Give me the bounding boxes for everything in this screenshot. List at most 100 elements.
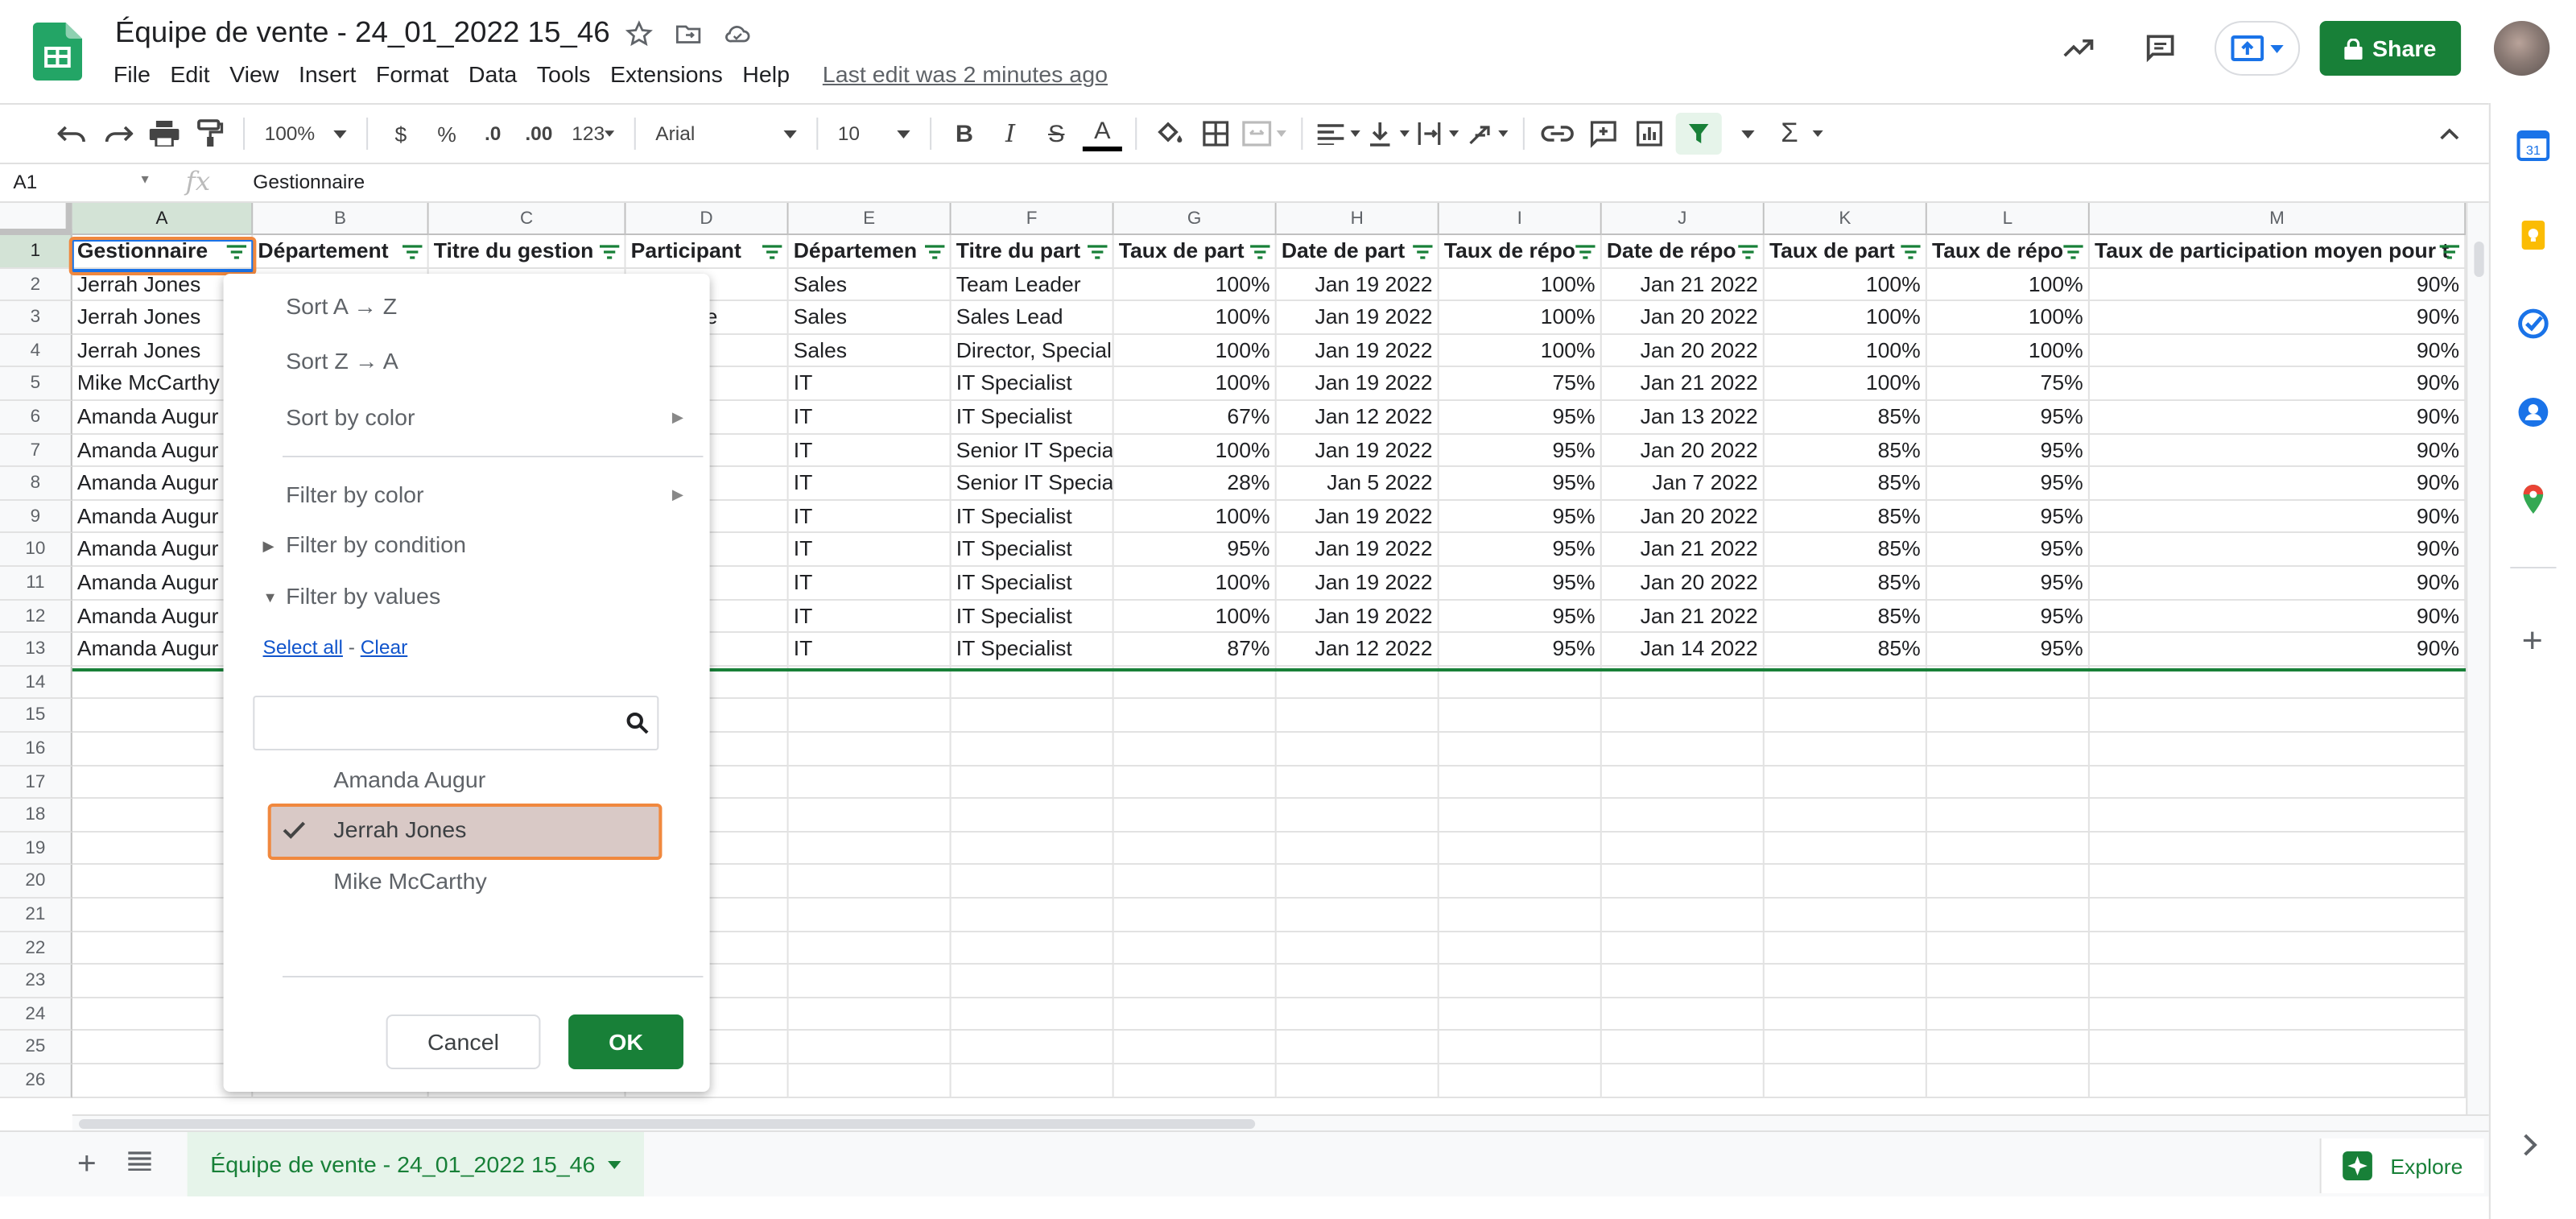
empty-cell[interactable] bbox=[2089, 899, 2467, 932]
row-header[interactable]: 13 bbox=[0, 633, 72, 667]
row-header[interactable]: 11 bbox=[0, 567, 72, 601]
table-cell[interactable]: Jan 19 2022 bbox=[1276, 334, 1439, 368]
empty-cell[interactable] bbox=[1439, 766, 1602, 800]
empty-cell[interactable] bbox=[788, 998, 952, 1031]
table-cell[interactable]: 100% bbox=[1113, 367, 1277, 401]
expand-side-panel-icon[interactable] bbox=[2522, 1134, 2538, 1156]
header-cell[interactable]: Département bbox=[253, 235, 429, 269]
ok-button[interactable]: OK bbox=[568, 1014, 683, 1069]
empty-cell[interactable] bbox=[1764, 965, 1927, 998]
bold-button[interactable]: B bbox=[944, 113, 984, 155]
table-cell[interactable]: 95% bbox=[1926, 434, 2090, 468]
table-cell[interactable]: 100% bbox=[1764, 334, 1927, 368]
table-cell[interactable]: 90% bbox=[2089, 434, 2467, 468]
empty-cell[interactable] bbox=[1926, 998, 2090, 1031]
empty-cell[interactable] bbox=[1113, 1031, 1277, 1064]
empty-cell[interactable] bbox=[1113, 1064, 1277, 1098]
share-button[interactable]: Share bbox=[2319, 21, 2462, 76]
filter-by-color-item[interactable]: Filter by color bbox=[286, 481, 423, 507]
empty-cell[interactable] bbox=[1926, 965, 2090, 998]
table-cell[interactable]: IT bbox=[788, 467, 952, 501]
empty-cell[interactable] bbox=[1601, 799, 1765, 833]
column-filter-icon[interactable] bbox=[1413, 245, 1433, 259]
empty-cell[interactable] bbox=[1601, 932, 1765, 965]
empty-cell[interactable] bbox=[788, 1031, 952, 1064]
table-cell[interactable]: 85% bbox=[1764, 633, 1927, 667]
column-filter-icon[interactable] bbox=[402, 245, 423, 259]
row-header[interactable]: 23 bbox=[0, 965, 72, 998]
keep-icon[interactable] bbox=[2517, 219, 2550, 251]
column-header[interactable]: J bbox=[1601, 203, 1765, 235]
table-cell[interactable]: 100% bbox=[1439, 334, 1602, 368]
table-cell[interactable]: Jan 21 2022 bbox=[1601, 367, 1765, 401]
empty-cell[interactable] bbox=[1276, 1064, 1439, 1098]
table-cell[interactable]: Jan 21 2022 bbox=[1601, 600, 1765, 634]
empty-cell[interactable] bbox=[1276, 1031, 1439, 1064]
empty-cell[interactable] bbox=[1276, 998, 1439, 1031]
empty-cell[interactable] bbox=[2089, 998, 2467, 1031]
table-cell[interactable]: IT bbox=[788, 500, 952, 534]
header-cell[interactable]: Titre du gestion bbox=[428, 235, 626, 269]
header-cell[interactable]: Titre du part bbox=[951, 235, 1114, 269]
column-header[interactable]: B bbox=[253, 203, 429, 235]
empty-cell[interactable] bbox=[2089, 1064, 2467, 1098]
empty-cell[interactable] bbox=[2089, 1031, 2467, 1064]
zoom-select[interactable]: 100% bbox=[258, 113, 353, 155]
empty-cell[interactable] bbox=[1601, 766, 1765, 800]
table-cell[interactable]: Jan 19 2022 bbox=[1276, 268, 1439, 302]
empty-cell[interactable] bbox=[788, 1064, 952, 1098]
empty-cell[interactable] bbox=[1926, 832, 2090, 866]
merge-cells-icon[interactable] bbox=[1242, 113, 1288, 155]
filter-views-dropdown[interactable] bbox=[1728, 113, 1768, 155]
table-cell[interactable]: 85% bbox=[1764, 467, 1927, 501]
row-header[interactable]: 9 bbox=[0, 500, 72, 534]
empty-cell[interactable] bbox=[951, 865, 1114, 899]
header-cell[interactable]: Taux de participation moyen pour t bbox=[2089, 235, 2467, 269]
empty-cell[interactable] bbox=[788, 899, 952, 932]
table-cell[interactable]: Jan 19 2022 bbox=[1276, 567, 1439, 601]
column-filter-icon[interactable] bbox=[2439, 245, 2460, 259]
comments-icon[interactable] bbox=[2136, 24, 2185, 72]
increase-decimal-button[interactable]: .00 bbox=[519, 113, 559, 155]
row-header[interactable]: 2 bbox=[0, 268, 72, 302]
header-cell[interactable]: Taux de répo bbox=[1439, 235, 1602, 269]
table-cell[interactable]: 90% bbox=[2089, 367, 2467, 401]
filter-by-condition-item[interactable]: Filter by condition bbox=[286, 531, 466, 557]
empty-cell[interactable] bbox=[1601, 998, 1765, 1031]
table-cell[interactable]: 100% bbox=[1113, 301, 1277, 335]
column-filter-icon[interactable] bbox=[599, 245, 620, 259]
table-cell[interactable]: Sales bbox=[788, 334, 952, 368]
row-header[interactable]: 20 bbox=[0, 865, 72, 899]
row-header[interactable]: 24 bbox=[0, 998, 72, 1031]
empty-cell[interactable] bbox=[1764, 899, 1927, 932]
row-header[interactable]: 21 bbox=[0, 899, 72, 932]
empty-cell[interactable] bbox=[951, 799, 1114, 833]
empty-cell[interactable] bbox=[2089, 965, 2467, 998]
text-rotation-icon[interactable] bbox=[1467, 113, 1509, 155]
empty-cell[interactable] bbox=[1276, 865, 1439, 899]
empty-cell[interactable] bbox=[1276, 832, 1439, 866]
calendar-icon[interactable]: 31 bbox=[2516, 129, 2550, 161]
empty-cell[interactable] bbox=[1113, 799, 1277, 833]
header-cell[interactable]: Taux de répo bbox=[1926, 235, 2090, 269]
empty-cell[interactable] bbox=[1764, 1031, 1927, 1064]
table-cell[interactable]: 95% bbox=[1926, 533, 2090, 567]
sheet-tab[interactable]: Équipe de vente - 24_01_2022 15_46 bbox=[187, 1132, 645, 1196]
row-header[interactable]: 3 bbox=[0, 301, 72, 335]
empty-cell[interactable] bbox=[1601, 1031, 1765, 1064]
print-icon[interactable] bbox=[145, 113, 184, 155]
table-cell[interactable]: 87% bbox=[1113, 633, 1277, 667]
row-header[interactable]: 15 bbox=[0, 699, 72, 733]
all-sheets-menu-icon[interactable] bbox=[128, 1151, 151, 1171]
formula-input[interactable]: Gestionnaire bbox=[253, 171, 365, 193]
table-cell[interactable]: Jan 13 2022 bbox=[1601, 401, 1765, 435]
empty-cell[interactable] bbox=[951, 832, 1114, 866]
row-header[interactable]: 16 bbox=[0, 733, 72, 767]
filter-value-option[interactable]: Amanda Augur bbox=[333, 767, 485, 792]
empty-cell[interactable] bbox=[1764, 766, 1927, 800]
decrease-decimal-button[interactable]: .0 bbox=[473, 113, 513, 155]
empty-cell[interactable] bbox=[1926, 932, 2090, 965]
column-header[interactable]: I bbox=[1439, 203, 1602, 235]
column-header[interactable]: C bbox=[428, 203, 626, 235]
menu-edit[interactable]: Edit bbox=[160, 61, 220, 87]
